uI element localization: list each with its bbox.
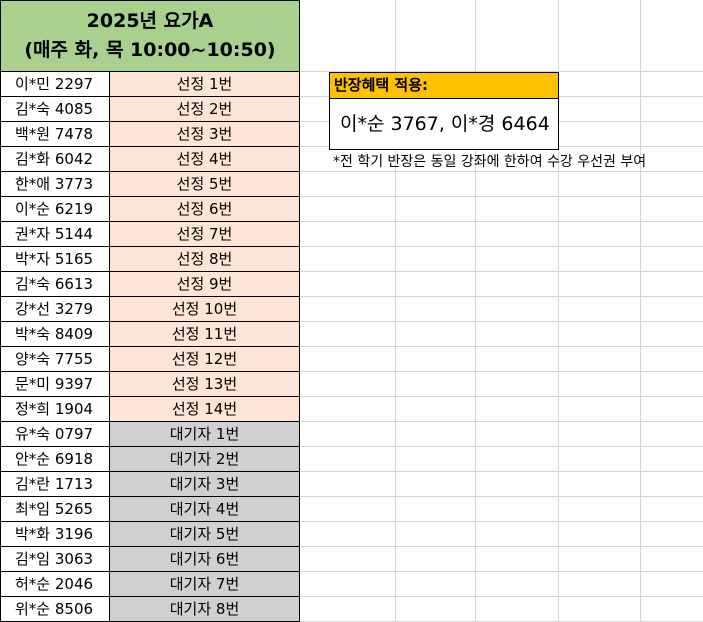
gridline: [300, 371, 703, 372]
waitlist-status-cell[interactable]: 대기자 3번: [110, 472, 300, 497]
table-row: 강*선 3279 선정 10번: [0, 297, 300, 322]
selected-status-cell[interactable]: 선정 8번: [110, 247, 300, 272]
table-row: 안*순 6918 대기자 2번: [0, 447, 300, 472]
table-row: 김*숙 6613 선정 9번: [0, 272, 300, 297]
class-title: 2025년 요가A: [86, 10, 214, 32]
waitlist-status-cell[interactable]: 대기자 4번: [110, 497, 300, 522]
applicant-name-cell[interactable]: 김*임 3063: [0, 547, 110, 572]
class-title-cell[interactable]: 2025년 요가A (매주 화, 목 10:00~10:50): [0, 0, 300, 72]
table-row: 유*숙 0797 대기자 1번: [0, 422, 300, 447]
gridline: [300, 596, 703, 597]
selected-status-cell[interactable]: 선정 9번: [110, 272, 300, 297]
selected-status-cell[interactable]: 선정 13번: [110, 372, 300, 397]
gridline: [300, 396, 703, 397]
gridline: [300, 421, 703, 422]
gridline: [300, 521, 703, 522]
gridline: [300, 546, 703, 547]
applicant-name-cell[interactable]: 한*애 3773: [0, 172, 110, 197]
table-row: 권*자 5144 선정 7번: [0, 222, 300, 247]
benefit-recipients: 이*순 3767, 이*경 6464: [340, 113, 550, 135]
benefit-note[interactable]: *전 학기 반장은 동일 강좌에 한하여 수강 우선권 부여: [333, 150, 646, 174]
gridline: [300, 446, 703, 447]
table-row: 최*임 5265 대기자 4번: [0, 497, 300, 522]
waitlist-status-cell[interactable]: 대기자 6번: [110, 547, 300, 572]
applicant-name-cell[interactable]: 안*순 6918: [0, 447, 110, 472]
gridline: [300, 221, 703, 222]
gridline: [300, 196, 703, 197]
waitlist-status-cell[interactable]: 대기자 5번: [110, 522, 300, 547]
selected-status-cell[interactable]: 선정 4번: [110, 147, 300, 172]
gridline: [300, 296, 703, 297]
table-row: 한*애 3773 선정 5번: [0, 172, 300, 197]
applicant-name-cell[interactable]: 김*숙 4085: [0, 97, 110, 122]
table-row: 정*희 1904 선정 14번: [0, 397, 300, 422]
gridline: [300, 321, 703, 322]
gridline: [300, 471, 703, 472]
applicant-name-cell[interactable]: 양*숙 7755: [0, 347, 110, 372]
applicant-name-cell[interactable]: 유*숙 0797: [0, 422, 110, 447]
table-row: 백*원 7478 선정 3번: [0, 122, 300, 147]
table-row: 위*순 8506 대기자 8번: [0, 597, 300, 622]
applicant-name-cell[interactable]: 이*민 2297: [0, 72, 110, 97]
applicant-name-cell[interactable]: 박*숙 8409: [0, 322, 110, 347]
table-row: 김*임 3063 대기자 6번: [0, 547, 300, 572]
table-row: 김*숙 4085 선정 2번: [0, 97, 300, 122]
selected-status-cell[interactable]: 선정 12번: [110, 347, 300, 372]
selected-status-cell[interactable]: 선정 3번: [110, 122, 300, 147]
applicant-name-cell[interactable]: 김*란 1713: [0, 472, 110, 497]
applicant-name-cell[interactable]: 김*숙 6613: [0, 272, 110, 297]
applicant-name-cell[interactable]: 권*자 5144: [0, 222, 110, 247]
applicant-name-cell[interactable]: 백*원 7478: [0, 122, 110, 147]
waitlist-status-cell[interactable]: 대기자 7번: [110, 572, 300, 597]
applicant-name-cell[interactable]: 박*화 3196: [0, 522, 110, 547]
selected-status-cell[interactable]: 선정 1번: [110, 72, 300, 97]
class-schedule: (매주 화, 목 10:00~10:50): [24, 39, 276, 61]
gridline: [300, 346, 703, 347]
applicant-name-cell[interactable]: 허*순 2046: [0, 572, 110, 597]
applicant-name-cell[interactable]: 최*임 5265: [0, 497, 110, 522]
table-row: 박*숙 8409 선정 11번: [0, 322, 300, 347]
selected-status-cell[interactable]: 선정 6번: [110, 197, 300, 222]
applicant-name-cell[interactable]: 정*희 1904: [0, 397, 110, 422]
table-row: 이*민 2297 선정 1번: [0, 72, 300, 97]
applicant-name-cell[interactable]: 위*순 8506: [0, 597, 110, 622]
gridline: [300, 496, 703, 497]
gridline: [300, 571, 703, 572]
waitlist-status-cell[interactable]: 대기자 1번: [110, 422, 300, 447]
table-row: 김*화 6042 선정 4번: [0, 147, 300, 172]
benefit-title: 반장혜택 적용:: [330, 73, 558, 99]
gridline: [300, 246, 703, 247]
table-row: 허*순 2046 대기자 7번: [0, 572, 300, 597]
selected-status-cell[interactable]: 선정 7번: [110, 222, 300, 247]
selected-status-cell[interactable]: 선정 11번: [110, 322, 300, 347]
table-row: 양*숙 7755 선정 12번: [0, 347, 300, 372]
table-row: 박*자 5165 선정 8번: [0, 247, 300, 272]
class-leader-benefit-box[interactable]: 반장혜택 적용: 이*순 3767, 이*경 6464: [329, 72, 559, 150]
table-row: 박*화 3196 대기자 5번: [0, 522, 300, 547]
table-row: 이*순 6219 선정 6번: [0, 197, 300, 222]
applicant-name-cell[interactable]: 박*자 5165: [0, 247, 110, 272]
gridline: [300, 271, 703, 272]
table-row: 김*란 1713 대기자 3번: [0, 472, 300, 497]
waitlist-status-cell[interactable]: 대기자 8번: [110, 597, 300, 622]
selected-status-cell[interactable]: 선정 2번: [110, 97, 300, 122]
gridline: [640, 0, 641, 622]
table-row: 문*미 9397 선정 13번: [0, 372, 300, 397]
selected-status-cell[interactable]: 선정 5번: [110, 172, 300, 197]
applicant-name-cell[interactable]: 이*순 6219: [0, 197, 110, 222]
selected-status-cell[interactable]: 선정 14번: [110, 397, 300, 422]
selected-status-cell[interactable]: 선정 10번: [110, 297, 300, 322]
applicant-name-cell[interactable]: 문*미 9397: [0, 372, 110, 397]
waitlist-status-cell[interactable]: 대기자 2번: [110, 447, 300, 472]
spreadsheet-grid: 2025년 요가A (매주 화, 목 10:00~10:50) 이*민 2297…: [0, 0, 703, 622]
applicant-name-cell[interactable]: 김*화 6042: [0, 147, 110, 172]
applicant-name-cell[interactable]: 강*선 3279: [0, 297, 110, 322]
